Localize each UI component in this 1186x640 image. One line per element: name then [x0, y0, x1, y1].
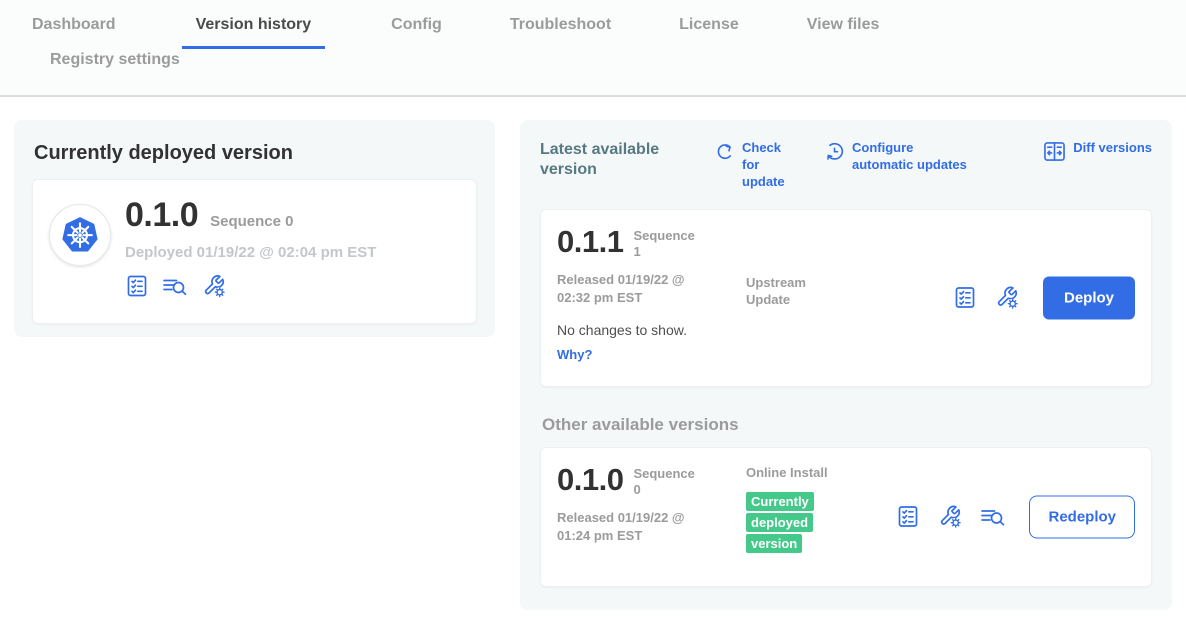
updates-header: Latest available version Check for updat… — [540, 140, 1152, 191]
deploy-logs-icon[interactable] — [980, 505, 1006, 529]
diff-icon — [1043, 141, 1066, 162]
other-released-timestamp: Released 01/19/22 @ 01:24 pm EST — [557, 509, 709, 544]
tab-registry-settings[interactable]: Registry settings — [48, 51, 182, 83]
tab-version-history[interactable]: Version history — [182, 16, 326, 49]
check-for-update-link[interactable]: Check for update — [714, 140, 800, 191]
latest-sequence-label: Sequence 1 — [633, 228, 699, 261]
config-wrench-gear-icon[interactable] — [994, 285, 1020, 311]
deployed-version-info: 0.1.0 Sequence 0 Deployed 01/19/22 @ 02:… — [125, 198, 376, 299]
tab-config[interactable]: Config — [389, 16, 444, 46]
config-wrench-gear-icon[interactable] — [201, 273, 227, 299]
deployed-timestamp: Deployed 01/19/22 @ 02:04 pm EST — [125, 244, 376, 261]
other-versions-title: Other available versions — [542, 415, 1152, 435]
nav-row-2: Registry settings — [0, 49, 1186, 83]
config-wrench-gear-icon[interactable] — [937, 504, 963, 530]
latest-released-timestamp: Released 01/19/22 @ 02:32 pm EST — [557, 271, 709, 306]
tab-license[interactable]: License — [677, 16, 741, 46]
currently-deployed-title: Currently deployed version — [34, 142, 477, 165]
configure-automatic-updates-label: Configure automatic updates — [852, 140, 976, 174]
other-sequence-label: Sequence 0 — [633, 466, 699, 499]
latest-card-actions: Deploy — [953, 276, 1135, 319]
why-link[interactable]: Why? — [557, 347, 592, 362]
preflight-checklist-icon[interactable] — [953, 286, 977, 310]
tab-view-files[interactable]: View files — [805, 16, 882, 46]
deployed-version-card: 0.1.0 Sequence 0 Deployed 01/19/22 @ 02:… — [32, 179, 477, 324]
deployed-version-number: 0.1.0 — [125, 198, 198, 232]
currently-deployed-badge: Currently deployed version — [746, 492, 814, 553]
currently-deployed-badge-wrap: Currently deployed version — [746, 491, 828, 554]
redeploy-button[interactable]: Redeploy — [1029, 495, 1135, 538]
clock-refresh-icon — [824, 141, 845, 162]
available-updates-panel: Latest available version Check for updat… — [520, 120, 1172, 610]
diff-versions-label: Diff versions — [1073, 140, 1152, 157]
top-navigation: Dashboard Version history Config Trouble… — [0, 0, 1186, 97]
no-changes-text: No changes to show. — [557, 322, 1135, 338]
refresh-icon — [714, 141, 735, 162]
preflight-checklist-icon[interactable] — [125, 274, 149, 298]
other-version-card: 0.1.0 Sequence 0 Released 01/19/22 @ 01:… — [540, 447, 1152, 587]
diff-versions-link[interactable]: Diff versions — [1043, 140, 1152, 162]
latest-version-number: 0.1.1 — [557, 226, 623, 259]
other-source-label: Online Install Currently deployed versio… — [746, 464, 830, 555]
app-logo-circle — [49, 204, 111, 266]
preflight-checklist-icon[interactable] — [896, 505, 920, 529]
latest-version-card: 0.1.1 Sequence 1 Released 01/19/22 @ 02:… — [540, 209, 1152, 387]
configure-automatic-updates-link[interactable]: Configure automatic updates — [824, 140, 976, 174]
deploy-button[interactable]: Deploy — [1043, 276, 1135, 319]
latest-available-title: Latest available version — [540, 140, 690, 180]
kubernetes-logo-icon — [58, 213, 102, 258]
check-for-update-label: Check for update — [742, 140, 800, 191]
currently-deployed-panel: Currently deployed version — [14, 120, 495, 337]
nav-row-1: Dashboard Version history Config Trouble… — [0, 0, 1186, 49]
other-source-text: Online Install — [746, 465, 828, 480]
tab-dashboard[interactable]: Dashboard — [30, 16, 118, 46]
other-version-number: 0.1.0 — [557, 464, 623, 497]
tab-troubleshoot[interactable]: Troubleshoot — [508, 16, 613, 46]
other-card-actions: Redeploy — [896, 495, 1135, 538]
latest-source-label: Upstream Update — [746, 274, 830, 309]
deployed-sequence-label: Sequence 0 — [210, 213, 293, 230]
deploy-logs-icon[interactable] — [162, 274, 188, 298]
